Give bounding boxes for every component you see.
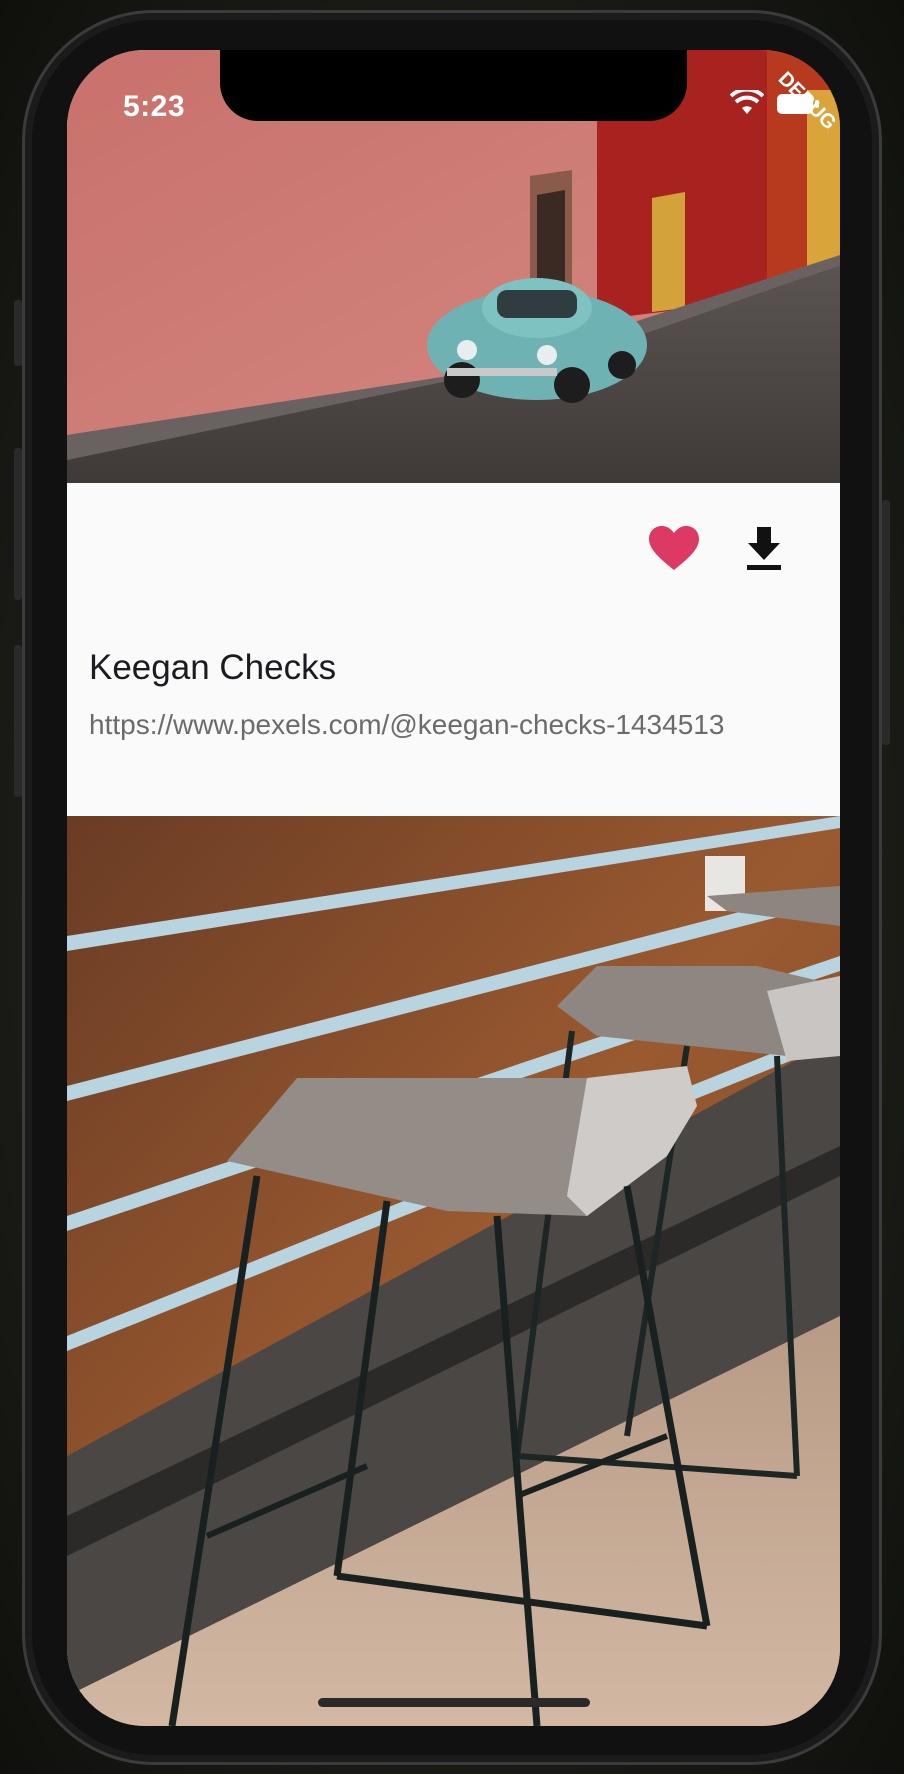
photo-actions (648, 523, 790, 575)
side-button-power (882, 500, 890, 745)
favorite-button[interactable] (648, 523, 700, 575)
author-url-link[interactable]: https://www.pexels.com/@keegan-checks-14… (89, 709, 724, 741)
side-button-silent (14, 300, 22, 366)
wifi-icon (729, 87, 768, 120)
download-icon (747, 527, 781, 570)
photo-info-panel: Keegan Checks https://www.pexels.com/@ke… (67, 483, 840, 816)
bar-stools-image (67, 816, 840, 1726)
download-button[interactable] (738, 523, 790, 575)
photo-bar-stools[interactable] (67, 816, 840, 1726)
side-button-volume-down (14, 645, 22, 797)
device-notch (220, 50, 687, 121)
app-screen: 5:23 DEBUG Keegan Checks https://www.pex… (67, 50, 840, 1726)
status-time: 5:23 (123, 90, 186, 123)
heart-icon (649, 526, 699, 570)
author-name: Keegan Checks (89, 648, 337, 687)
side-button-volume-up (14, 448, 22, 600)
photo-car-street[interactable]: 5:23 DEBUG (67, 50, 840, 483)
home-indicator[interactable] (318, 1698, 590, 1707)
